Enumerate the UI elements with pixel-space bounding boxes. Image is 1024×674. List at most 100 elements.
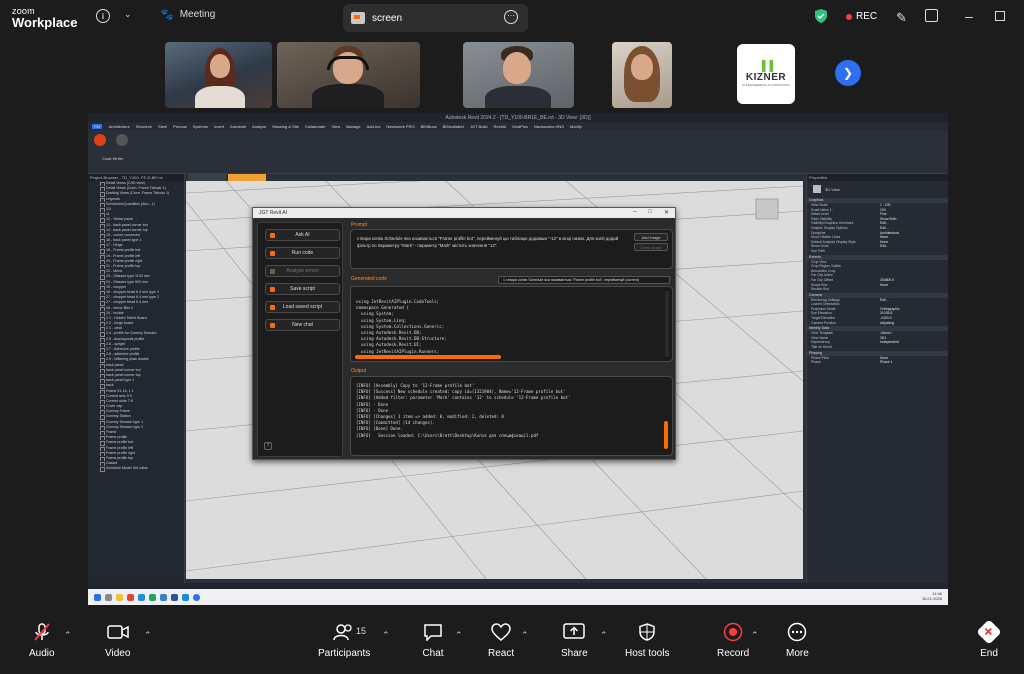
view-type[interactable]: 3D View	[825, 187, 840, 192]
participant-tile-1[interactable]	[165, 42, 272, 108]
property-row[interactable]: Title on Sheet	[807, 345, 948, 350]
property-value[interactable]	[880, 345, 942, 350]
record-button[interactable]: Record	[717, 622, 749, 659]
revit-menu-item[interactable]: RevitAI	[493, 124, 506, 129]
audio-options-chevron[interactable]: ⌃	[64, 630, 72, 641]
load-script-button[interactable]: Load saved script	[265, 301, 340, 313]
property-row[interactable]: Sun Path	[807, 249, 948, 254]
revit-menu-item[interactable]: Modify	[570, 124, 582, 129]
chat-options-chevron[interactable]: ⌃	[455, 630, 463, 641]
word-icon[interactable]	[171, 593, 178, 601]
tab-3d-tdi[interactable]	[228, 174, 266, 181]
property-row[interactable]: Phase Phase 1	[807, 360, 948, 365]
property-value[interactable]	[880, 287, 942, 292]
revit-menu-item[interactable]: BIMcollabAI	[443, 124, 464, 129]
revit-menu-item[interactable]: View	[331, 124, 340, 129]
code-vscroll[interactable]	[665, 291, 669, 357]
recording-indicator[interactable]: REC	[846, 11, 877, 22]
chrome-icon[interactable]	[127, 593, 134, 601]
host-tools-button[interactable]: Host tools	[625, 622, 669, 659]
participant-tile-logo[interactable]: ▐▐ KIZNER AI ENGINEERING & CONSULTING	[737, 44, 795, 104]
audio-button[interactable]: Audio	[29, 622, 55, 659]
shield-icon[interactable]	[815, 9, 827, 23]
revit-menu-item[interactable]: Massing & Site	[272, 124, 299, 129]
property-row[interactable]: Section Box	[807, 287, 948, 292]
save-script-button[interactable]: Save script	[265, 283, 340, 295]
ask-ai-button[interactable]: Ask AI	[265, 229, 340, 241]
minimize-icon[interactable]: –	[965, 8, 973, 24]
video-options-chevron[interactable]: ⌃	[144, 630, 152, 641]
code-version-select[interactable]: 1 створи копію Schedule яка називається …	[498, 276, 670, 284]
revit-menu-item[interactable]: ModPlus	[512, 124, 528, 129]
explorer-icon[interactable]	[116, 593, 123, 601]
tree-item[interactable]: Schedule Model Set value	[88, 466, 184, 472]
revit-menu-item[interactable]: Navisworks HNS	[534, 124, 564, 129]
code-hscroll[interactable]	[355, 355, 501, 359]
new-chat-button[interactable]: New chat	[265, 319, 340, 331]
maximize-icon[interactable]: □	[648, 209, 652, 216]
code-box[interactable]: using JetRevitAIPlugin.CodeTools; namesp…	[350, 286, 673, 362]
clear-image-button[interactable]: Clear image	[634, 243, 668, 251]
revit-menu-item[interactable]: Insert	[214, 124, 224, 129]
end-button[interactable]: ✕ End	[976, 619, 1002, 659]
output-vscroll[interactable]	[664, 421, 668, 449]
revit-menu-item[interactable]: Manage	[346, 124, 360, 129]
windows-start-icon[interactable]	[94, 593, 101, 601]
minimize-icon[interactable]: –	[633, 209, 636, 216]
zoom-icon[interactable]	[193, 593, 200, 601]
revit-menu-item[interactable]: Annotate	[230, 124, 246, 129]
add-image-button[interactable]: Add image	[634, 233, 668, 241]
property-value[interactable]: Phase 1	[880, 360, 942, 365]
video-button[interactable]: Video	[105, 622, 130, 659]
revit-menu-item[interactable]: Architecture	[108, 124, 129, 129]
chat-button[interactable]: Chat	[422, 622, 444, 659]
pen-icon[interactable]: ✎	[896, 10, 907, 26]
more-button[interactable]: More	[786, 622, 809, 659]
property-row[interactable]: Camera Position Adjusting	[807, 321, 948, 326]
share-options-chevron[interactable]: ⌃	[600, 630, 608, 641]
meeting-tab[interactable]: 🐾 Meeting	[160, 8, 215, 21]
participant-tile-3[interactable]	[463, 42, 574, 108]
run-code-button[interactable]: Run code	[265, 247, 340, 259]
revit-menu-item[interactable]: Systems	[193, 124, 208, 129]
revit-icon[interactable]	[182, 593, 189, 601]
share-button[interactable]: Share	[561, 622, 588, 659]
next-participants-button[interactable]: ❯	[835, 60, 861, 86]
apps-icon[interactable]	[925, 9, 938, 22]
record-options-chevron[interactable]: ⌃	[751, 630, 759, 641]
revit-menu-item[interactable]: Structure	[136, 124, 152, 129]
property-value[interactable]: Adjusting	[880, 321, 942, 326]
taskbar-clock[interactable]: 11:46 16.01.2026	[922, 591, 942, 601]
react-options-chevron[interactable]: ⌃	[521, 630, 529, 641]
property-value[interactable]	[880, 249, 942, 254]
output-box[interactable]: [INFO] [Assembly] Copy to '12-Frame prof…	[350, 376, 673, 456]
revit-menu-item[interactable]: Steel	[158, 124, 167, 129]
participant-tile-4[interactable]	[612, 42, 672, 108]
more-options-icon[interactable]: ···	[504, 10, 518, 24]
prompt-box[interactable]: створи копію Schedule яка називається "F…	[350, 229, 673, 269]
participants-options-chevron[interactable]: ⌃	[382, 630, 390, 641]
info-icon[interactable]: i	[96, 9, 110, 23]
revit-menu-item[interactable]: Collaborate	[305, 124, 325, 129]
participant-tile-2[interactable]	[277, 42, 420, 108]
restore-icon[interactable]	[995, 11, 1005, 21]
revit-menu-item[interactable]: Add-Ins	[367, 124, 381, 129]
revit-menu-item[interactable]: Precast	[173, 124, 187, 129]
revit-menu-item[interactable]: Naviswork PRO	[386, 124, 414, 129]
screen-share-tab[interactable]: screen ···	[343, 4, 528, 32]
ribbon-tool-icon[interactable]	[116, 134, 128, 146]
revit-menu-item[interactable]: JGT Build	[470, 124, 488, 129]
app-icon[interactable]	[160, 593, 167, 601]
analyze-errors-button[interactable]: Analyze errors	[265, 265, 340, 277]
search-icon[interactable]	[105, 593, 112, 601]
react-button[interactable]: React	[488, 622, 514, 659]
revit-menu-item[interactable]: BIMBoss	[421, 124, 437, 129]
excel-icon[interactable]	[149, 593, 156, 601]
chevron-down-icon[interactable]: ⌄	[124, 9, 132, 20]
close-icon[interactable]: ✕	[664, 209, 669, 216]
revit-menu-item[interactable]: Analyze	[252, 124, 266, 129]
help-icon[interactable]: ?	[264, 442, 272, 450]
tab-3d01[interactable]	[188, 174, 226, 181]
edge-icon[interactable]	[138, 593, 145, 601]
ribbon-tool-icon[interactable]	[94, 134, 106, 146]
